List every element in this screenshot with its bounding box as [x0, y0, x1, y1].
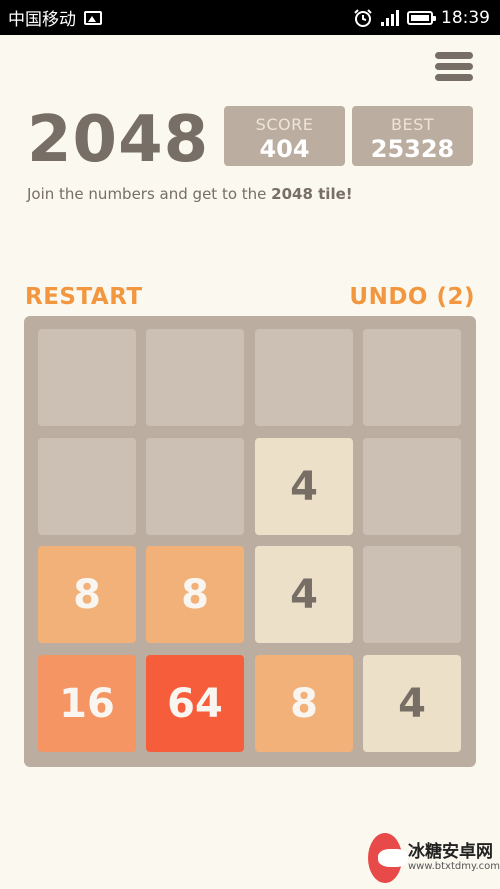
image-notification-icon [84, 10, 102, 25]
watermark-logo-icon [368, 832, 408, 883]
intro-prefix: Join the numbers and get to the [27, 185, 272, 203]
watermark-url: www.btxtdmy.com [407, 861, 500, 873]
watermark-title: 冰糖安卓网 [407, 841, 493, 862]
restart-button[interactable]: RESTART [25, 284, 143, 310]
tile: 8 [146, 546, 244, 643]
battery-icon [407, 10, 436, 25]
best-label: BEST [390, 115, 434, 134]
score-value: 404 [259, 135, 310, 163]
best-value: 25328 [370, 135, 455, 163]
clock: 18:39 [441, 7, 490, 28]
score-label: SCORE [255, 115, 314, 134]
carrier-label: 中国移动 [8, 10, 76, 30]
signal-strength-icon [381, 9, 399, 26]
empty-cell [363, 546, 461, 643]
empty-cell [146, 329, 244, 426]
best-score-box: BEST 25328 [352, 106, 473, 166]
status-bar: 中国移动 18:39 [0, 0, 500, 35]
tile: 4 [363, 655, 461, 752]
game-board[interactable]: 4 8 8 4 16 64 8 4 [24, 316, 476, 767]
tile: 8 [38, 546, 136, 643]
watermark: 冰糖安卓网 www.btxtdmy.com [368, 826, 500, 889]
menu-icon[interactable] [435, 52, 473, 82]
empty-cell [38, 329, 136, 426]
empty-cell [363, 438, 461, 535]
tile: 8 [255, 655, 353, 752]
tile: 4 [255, 438, 353, 535]
empty-cell [38, 438, 136, 535]
undo-button[interactable]: UNDO (2) [349, 284, 475, 310]
tile: 16 [38, 655, 136, 752]
tile: 4 [255, 546, 353, 643]
empty-cell [363, 329, 461, 426]
game-title: 2048 [27, 103, 210, 177]
tile: 64 [146, 655, 244, 752]
intro-text: Join the numbers and get to the 2048 til… [27, 185, 353, 203]
intro-goal: 2048 tile! [271, 185, 353, 203]
alarm-icon [354, 8, 372, 27]
score-box: SCORE 404 [224, 106, 345, 166]
empty-cell [146, 438, 244, 535]
empty-cell [255, 329, 353, 426]
